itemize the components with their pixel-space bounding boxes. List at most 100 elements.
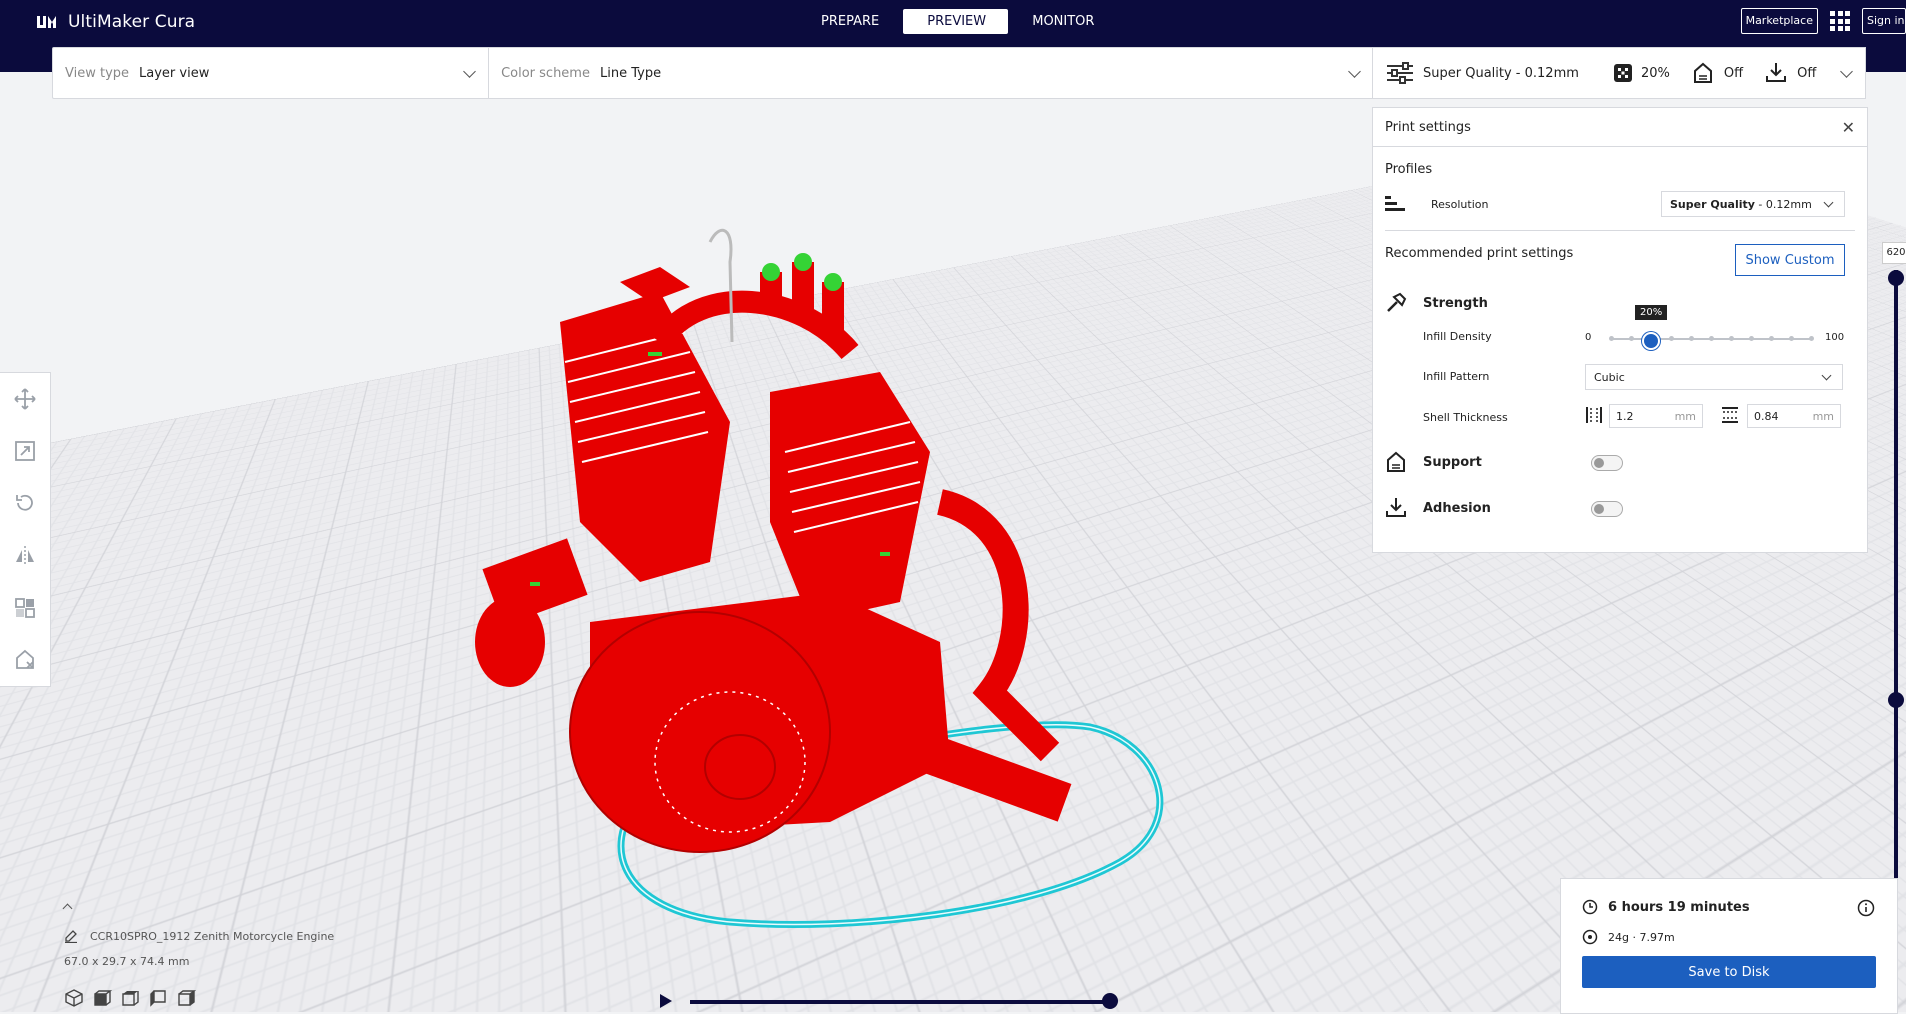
support-summary: Off [1692,62,1743,84]
view-type-select[interactable]: View type Layer view [53,48,490,98]
tab-prepare[interactable]: PREPARE [797,9,903,34]
infill-summary: 20% [1613,63,1670,83]
panel-header: Print settings ✕ [1373,108,1867,147]
support-label: Support [1423,454,1482,470]
object-list-item[interactable]: CCR10SPRO_1912 Zenith Motorcycle Engine [64,929,334,943]
close-icon[interactable]: ✕ [1842,118,1855,137]
resolution-value-bold: Super Quality [1670,197,1755,211]
slider-tick [1768,336,1774,341]
infill-density-slider[interactable]: 0 100 [1585,330,1855,350]
infill-tooltip: 20% [1635,305,1668,320]
path-slider-handle[interactable] [1102,993,1118,1009]
chevron-down-icon [1823,197,1834,208]
layer-number-field[interactable]: 620 [1882,242,1906,264]
app-brand: UltiMaker Cura [36,10,195,34]
marketplace-button[interactable]: Marketplace [1740,8,1818,34]
support-icon [1693,62,1712,83]
chevron-down-icon [1840,65,1853,78]
print-setup-summary[interactable]: Super Quality - 0.12mm 20% Off Off [1372,47,1866,99]
strength-label: Strength [1423,295,1488,311]
tab-preview[interactable]: PREVIEW [903,9,1009,34]
top-bottom-thickness-icon [1722,407,1738,423]
infill-pattern-label: Infill Pattern [1423,370,1490,383]
left-view-icon[interactable] [148,988,168,1008]
pencil-icon [65,930,77,943]
quality-profile-text: Super Quality - 0.12mm [1423,65,1579,81]
adhesion-label: Adhesion [1423,500,1491,516]
move-icon[interactable] [13,387,37,411]
wall-thickness-value: 1.2 [1616,409,1634,423]
chevron-down-icon [463,65,476,78]
slider-tick [1628,336,1634,341]
slider-tick [1668,336,1674,341]
app-name: UltiMaker Cura [68,12,196,32]
chevron-down-icon [1821,370,1832,381]
resolution-select[interactable]: Super Quality - 0.12mm [1661,191,1845,217]
mirror-icon[interactable] [13,544,37,568]
spool-icon [1582,929,1598,945]
object-list-title: Object list [83,900,139,913]
scale-icon[interactable] [13,439,37,463]
resolution-label: Resolution [1431,197,1489,211]
sign-in-button[interactable]: Sign in [1862,8,1906,34]
show-custom-button[interactable]: Show Custom [1735,244,1845,276]
infill-icon [1614,64,1632,82]
print-settings-panel: Print settings ✕ Profiles Resolution Sup… [1372,107,1868,553]
stage-tabs: PREPARE PREVIEW MONITOR [797,9,1118,34]
rotate-icon[interactable] [13,491,37,515]
ultimaker-logo-icon [37,16,56,28]
adhesion-row: Adhesion [1385,497,1855,519]
save-to-disk-button[interactable]: Save to Disk [1582,956,1876,988]
support-blocker-icon[interactable] [13,648,37,672]
slider-tick [1748,336,1754,341]
3d-view-icon[interactable] [64,988,84,1008]
info-icon[interactable] [1857,899,1875,917]
print-time: 6 hours 19 minutes [1608,899,1750,915]
profiles-heading-row: Profiles [1385,162,1432,177]
infill-slider-handle[interactable] [1642,332,1660,350]
support-row: Support [1385,451,1855,473]
right-view-icon[interactable] [176,988,196,1008]
view-type-value: Layer view [139,65,210,81]
color-scheme-select[interactable]: Color scheme Line Type [489,48,1373,98]
settings-sliders-icon [1387,62,1413,84]
path-slider-track[interactable] [690,1000,1114,1004]
per-model-settings-icon[interactable] [13,596,37,620]
infill-min-label: 0 [1585,332,1592,343]
panel-title: Print settings [1385,119,1471,135]
front-view-icon[interactable] [92,988,112,1008]
shell-thickness-label: Shell Thickness [1423,411,1508,424]
chevron-up-icon [62,903,73,914]
play-icon[interactable] [660,994,672,1008]
shell-thickness-row: Shell Thickness 1.2 mm 0.84 mm [1385,404,1855,428]
apps-grid-icon[interactable] [1830,11,1850,31]
top-bottom-thickness-field[interactable]: 0.84 mm [1747,404,1841,428]
layer-slider-top-handle[interactable] [1888,270,1904,286]
object-list: Object list CCR10SPRO_1912 Zenith Motorc… [62,900,334,968]
infill-pattern-select[interactable]: Cubic [1585,364,1843,390]
infill-density-row: Infill Density 0 100 [1385,330,1855,350]
support-icon [1387,451,1405,472]
layer-slider-bottom-handle[interactable] [1888,692,1904,708]
infill-pattern-row: Infill Pattern Cubic [1385,364,1855,390]
wall-thickness-unit: mm [1674,409,1696,423]
color-scheme-label: Color scheme [501,65,590,81]
recommended-heading-row: Recommended print settings [1385,246,1573,261]
print-info-panel: 6 hours 19 minutes 24g · 7.97m Save to D… [1560,878,1898,1014]
view-settings-bar: View type Layer view Color scheme Line T… [52,47,1374,99]
adhesion-value: Off [1797,65,1817,81]
support-toggle[interactable] [1591,455,1623,471]
infill-density-label: Infill Density [1423,330,1492,343]
object-name: CCR10SPRO_1912 Zenith Motorcycle Engine [90,929,335,943]
top-view-icon[interactable] [120,988,140,1008]
infill-max-label: 100 [1825,332,1845,343]
wall-thickness-field[interactable]: 1.2 mm [1609,404,1703,428]
top-right-actions: Marketplace Sign in [1740,8,1906,34]
tab-monitor[interactable]: MONITOR [1008,9,1118,34]
adhesion-toggle[interactable] [1591,501,1623,517]
slider-tick [1788,336,1794,341]
slider-tick [1708,336,1714,341]
print-time-row: 6 hours 19 minutes [1582,899,1750,915]
adhesion-summary: Off [1765,62,1816,84]
object-list-header[interactable]: Object list [62,900,334,914]
